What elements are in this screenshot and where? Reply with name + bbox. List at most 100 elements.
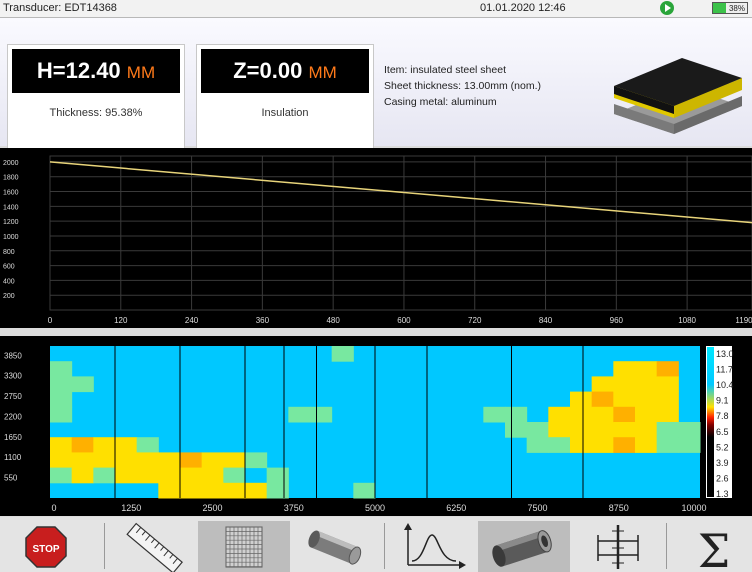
datetime-label: 01.01.2020 12:46: [480, 2, 566, 14]
y-tick-label: 1400: [3, 204, 19, 211]
x-tick-label: 720: [468, 316, 482, 325]
heatmap-cell: [115, 437, 138, 453]
heatmap-cell: [635, 361, 658, 377]
heatmap-cell: [136, 437, 159, 453]
battery-icon: 38%: [712, 2, 748, 14]
play-icon[interactable]: [660, 1, 674, 15]
x-tick-label: 600: [397, 316, 411, 325]
heatmap-cell: [50, 467, 73, 484]
heatmap-cell: [591, 376, 614, 393]
heatmap-y-tick-label: 550: [4, 474, 18, 483]
heatmap-cell: [635, 437, 658, 453]
status-bar: Transducer: EDT14368 01.01.2020 12:46 38…: [0, 0, 752, 18]
colorbar-tick-label: 6.5: [716, 427, 729, 437]
y-tick-label: 600: [3, 264, 15, 271]
heatmap-y-tick-label: 1100: [4, 453, 22, 462]
curve-button[interactable]: [386, 521, 478, 572]
heatmap-cell: [115, 452, 138, 469]
insulated-sheet-icon: [614, 58, 742, 134]
colorbar-tick-label: 7.8: [716, 411, 729, 421]
y-tick-label: 400: [3, 278, 15, 285]
heatmap-y-tick-label: 2750: [4, 392, 22, 401]
transducer-label: Transducer: EDT14368: [3, 2, 117, 14]
heatmap-cell: [613, 406, 636, 423]
heatmap-cell: [266, 467, 289, 484]
colorbar-tick-label: 3.9: [716, 458, 729, 468]
heatmap-cell: [656, 406, 679, 423]
x-tick-label: 840: [539, 316, 553, 325]
line-plot-frame: [49, 155, 752, 311]
heatmap-cell: [656, 391, 679, 408]
heatmap-cell: [50, 406, 73, 423]
heatmap-cell: [93, 467, 116, 484]
heatmap-cell: [136, 452, 159, 469]
heatmap-cell: [613, 422, 636, 438]
heatmap-cell: [158, 452, 181, 469]
y-tick-label: 1000: [3, 234, 19, 241]
heatmap-cell: [50, 452, 73, 469]
y-tick-label: 2000: [3, 160, 19, 167]
heatmap-cell: [223, 452, 246, 469]
heatmap-cell: [678, 422, 701, 438]
stop-icon: STOP: [25, 526, 67, 568]
heatmap-cell: [71, 467, 94, 484]
heatmap-y-tick-label: 1650: [4, 433, 22, 442]
heatmap-cell: [678, 437, 701, 453]
heatmap-x-tick-label: 3750: [284, 503, 304, 513]
heatmap-y-tick-label: 3850: [4, 351, 22, 360]
grid-button[interactable]: [198, 521, 290, 572]
y-tick-label: 200: [3, 293, 15, 300]
heatmap-cell: [93, 437, 116, 453]
thickness-series-line: [49, 161, 752, 224]
heatmap-cell: [201, 452, 224, 469]
heatmap-cell: [158, 467, 181, 484]
heatmap-cell: [505, 422, 528, 438]
heatmap-cell: [331, 346, 354, 362]
colorbar-gradient: [707, 347, 714, 497]
heatmap-cell: [505, 406, 528, 423]
heatmap-x-tick-label: 2500: [202, 503, 222, 513]
heatmap-cell: [223, 467, 246, 484]
heatmap-cell: [71, 437, 94, 453]
colorbar-tick-label: 13.0: [716, 349, 734, 359]
colorbar-tick-label: 1.3: [716, 489, 729, 499]
heatmap-x-tick-label: 10000: [681, 503, 706, 513]
insulation-unit: MM: [308, 63, 337, 82]
casing-metal: Casing metal: aluminum: [384, 96, 497, 108]
pipe-button[interactable]: [290, 521, 382, 572]
heatmap-cell: [223, 482, 246, 499]
x-tick-label: 1080: [678, 316, 696, 325]
ruler-icon: [126, 522, 183, 572]
pipe-icon: [308, 530, 362, 565]
x-tick-label: 120: [114, 316, 128, 325]
heatmap-cell: [656, 422, 679, 438]
x-tick-label: 960: [610, 316, 624, 325]
heatmap-cell: [50, 361, 73, 377]
heatmap-cell: [613, 376, 636, 393]
ruler-button[interactable]: [106, 521, 198, 572]
calibration-icon: [597, 525, 639, 569]
heatmap-y-tick-label: 2200: [4, 412, 22, 421]
heatmap-cell: [613, 361, 636, 377]
heatmap-cell: [635, 422, 658, 438]
heatmap-cell: [180, 482, 203, 499]
battery-percent: 38%: [728, 4, 745, 13]
colorbar-tick-label: 10.4: [716, 380, 734, 390]
heatmap-cell: [613, 437, 636, 453]
heatmap-cell: [158, 482, 181, 499]
heatmap-cell: [548, 437, 571, 453]
insulation-caption: Insulation: [261, 107, 309, 119]
curve-icon: [404, 523, 466, 569]
heatmap-cell: [635, 406, 658, 423]
heatmap-cell: [201, 467, 224, 484]
calibration-button[interactable]: [572, 521, 664, 572]
colorbar-tick-label: 2.6: [716, 473, 729, 483]
insulated-pipe-button[interactable]: [478, 521, 570, 572]
heatmap-x-tick-label: 1250: [121, 503, 141, 513]
sum-button[interactable]: Σ: [670, 521, 752, 572]
stop-button[interactable]: STOP: [4, 521, 96, 572]
heatmap-x-tick-label: 8750: [609, 503, 629, 513]
heatmap-cell: [591, 437, 614, 453]
heatmap-cell: [548, 406, 571, 423]
heatmap-cell: [570, 437, 593, 453]
